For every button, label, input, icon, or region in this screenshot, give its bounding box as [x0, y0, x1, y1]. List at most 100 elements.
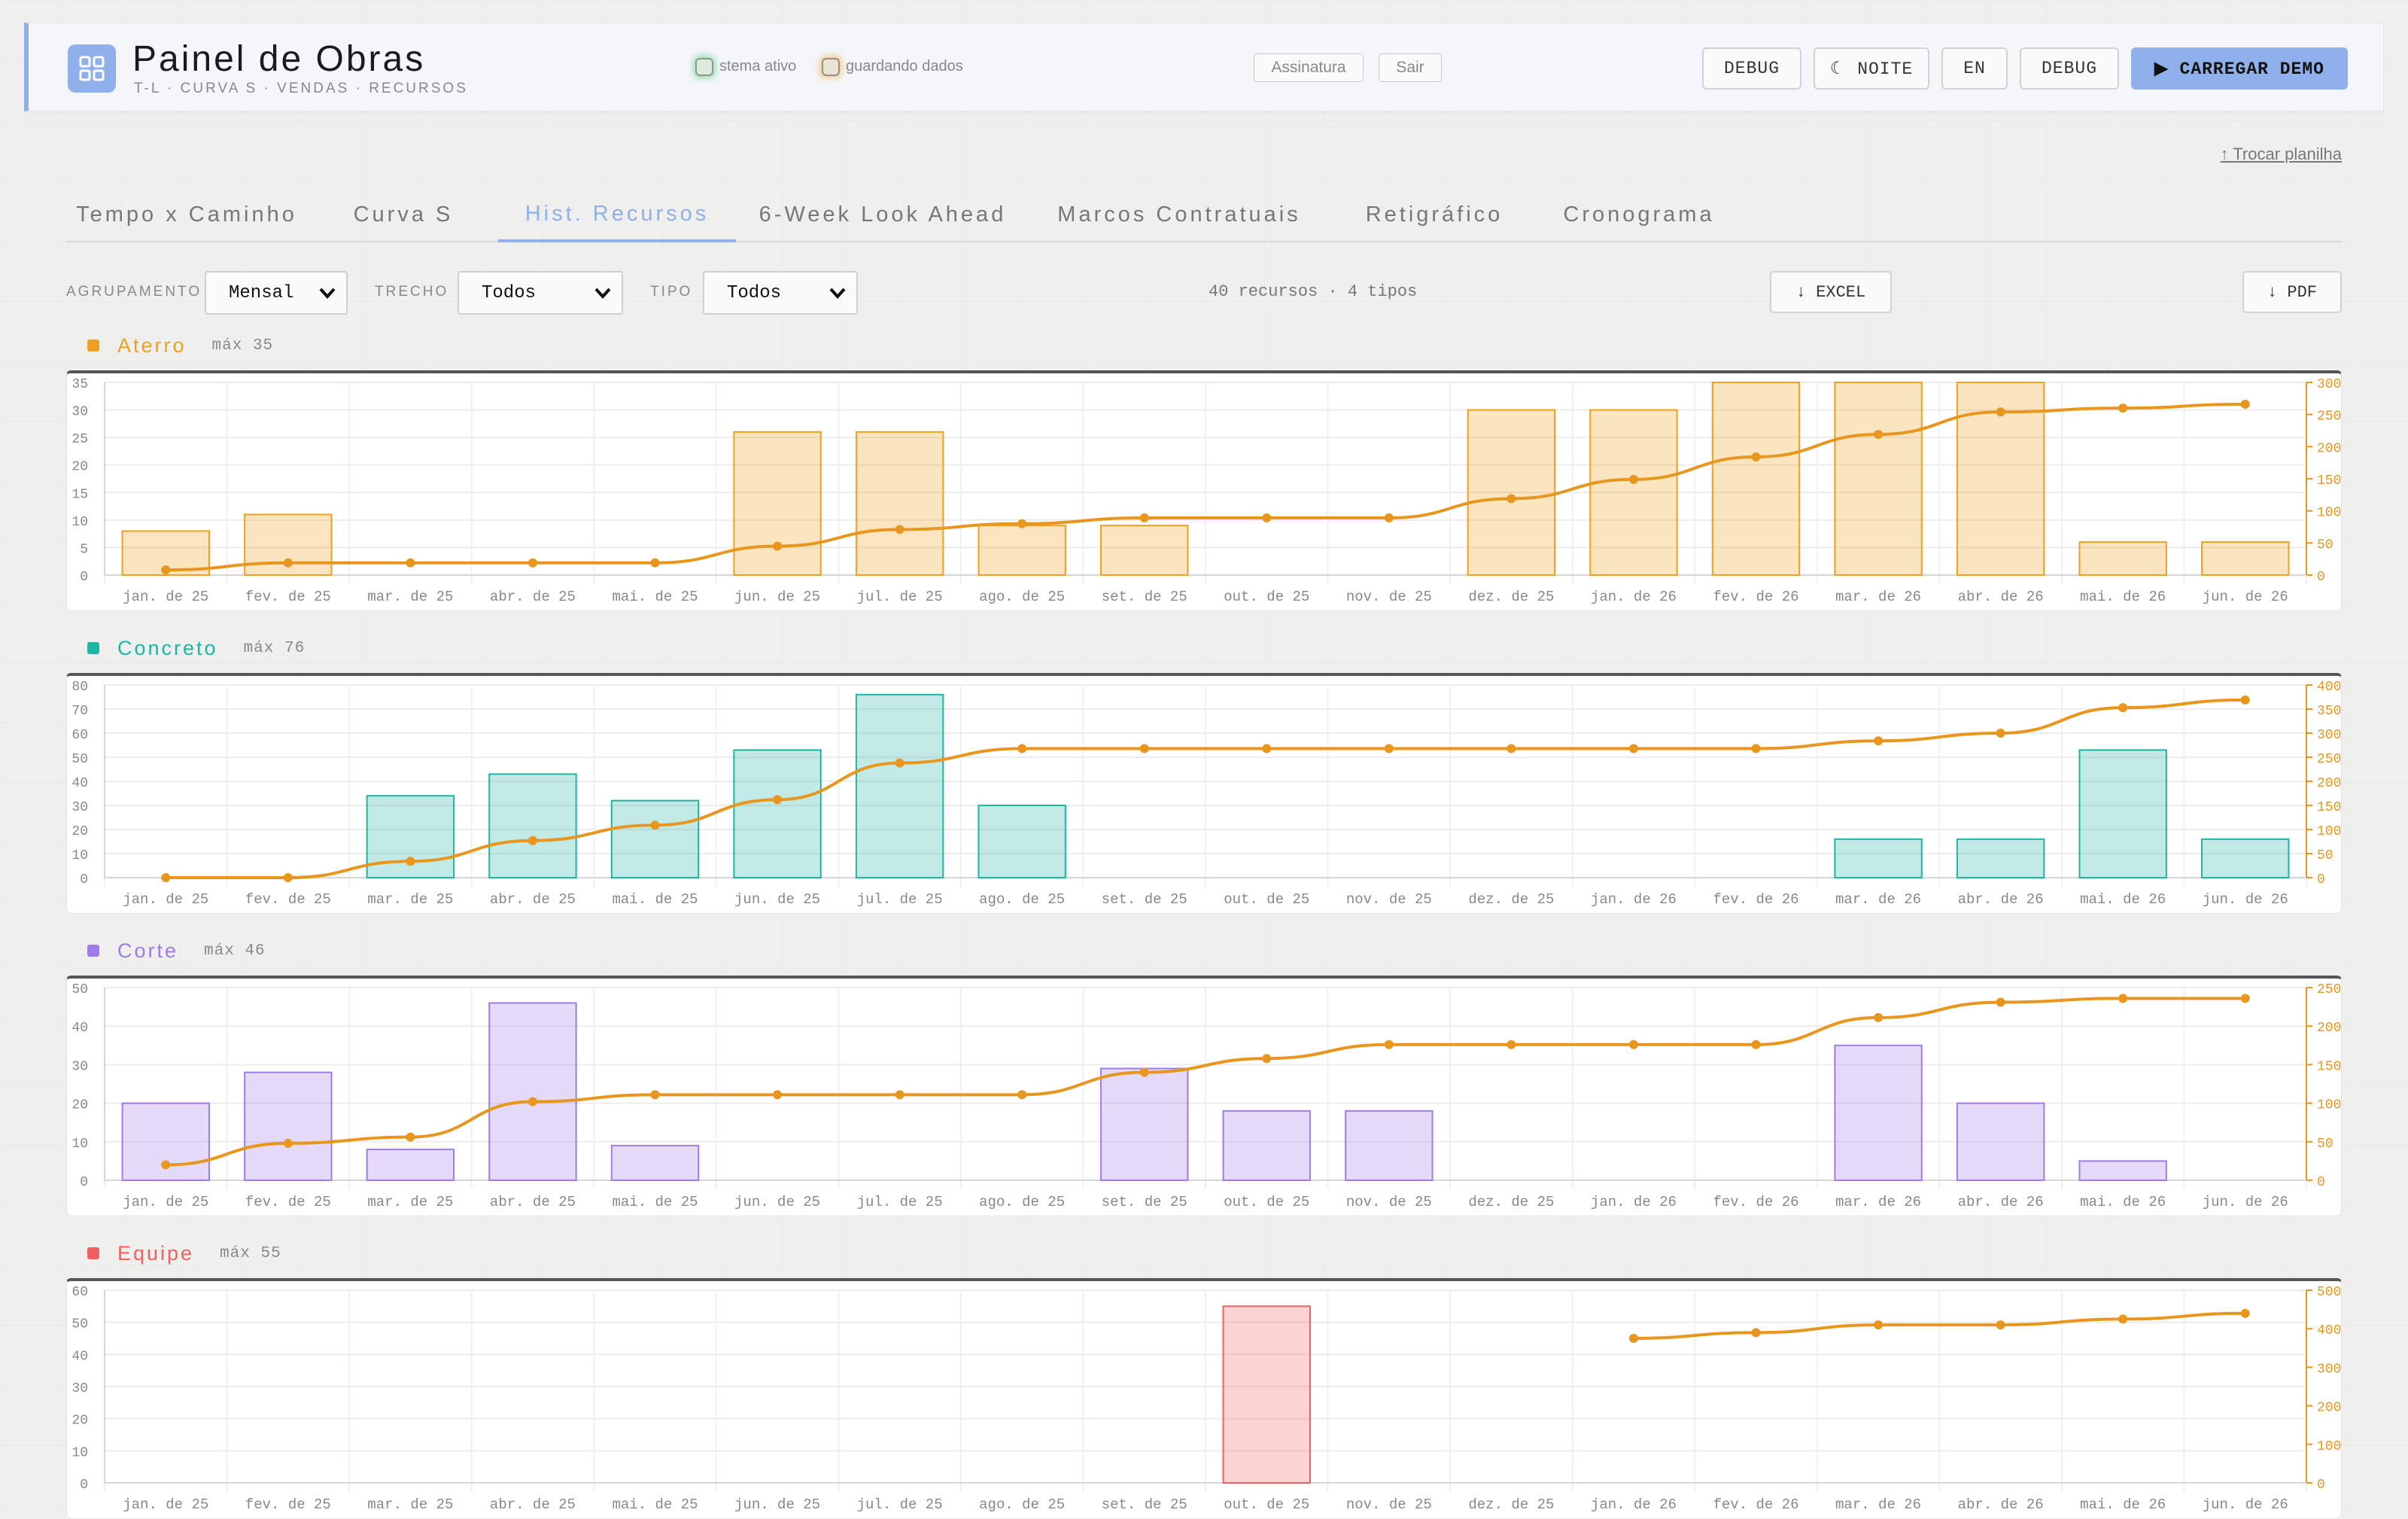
x-tick-label: mar. de 25: [367, 1496, 453, 1513]
bar-abr-de-25: [488, 1002, 577, 1182]
bar-mai-de-26: [2078, 541, 2167, 577]
chart-header-concreto: Concreto máx 76: [87, 635, 305, 662]
x-tick-label: fev. de 25: [245, 589, 331, 605]
y2-tick-label: 200: [2317, 776, 2341, 791]
y-tick-label: 0: [80, 1175, 88, 1190]
bar-mar-de-26: [1834, 1044, 1923, 1181]
y-tick-label: 35: [71, 377, 88, 392]
debug-button[interactable]: DEBUG: [1702, 47, 1801, 90]
y-tick-label: 20: [71, 1414, 88, 1429]
y2-tick-label: 50: [2317, 1137, 2334, 1152]
chart-max-label: máx 76: [243, 639, 306, 657]
cumulative-point: [1017, 519, 1027, 528]
y-tick-label: 50: [71, 1317, 88, 1332]
y2-tick-label: 250: [2317, 752, 2341, 767]
export-pdf-button[interactable]: ↓ PDF: [2242, 271, 2342, 313]
x-tick-label: nov. de 25: [1346, 1496, 1432, 1513]
x-tick-label: fev. de 25: [245, 1496, 331, 1513]
tab-six-week-look-ahead[interactable]: 6-Week Look Ahead: [748, 188, 1017, 241]
x-tick-label: dez. de 25: [1468, 589, 1554, 605]
cumulative-point: [895, 1090, 905, 1100]
grouping-select[interactable]: Mensal: [205, 271, 348, 315]
y-tick-label: 10: [71, 848, 88, 863]
y2-tick-label: 350: [2317, 704, 2341, 719]
cumulative-point: [1751, 1328, 1761, 1338]
tab-marcos-contratuais[interactable]: Marcos Contratuais: [1046, 188, 1312, 241]
chart-title: Aterro: [117, 333, 187, 357]
x-tick-label: mar. de 25: [367, 1194, 453, 1210]
cumulative-point: [1384, 744, 1394, 753]
chart-max-label: máx 55: [220, 1244, 281, 1262]
tab-hist-recursos[interactable]: Hist. Recursos: [498, 188, 736, 242]
y-tick-label: 50: [71, 982, 88, 997]
x-tick-label: jul. de 25: [857, 589, 943, 605]
cumulative-point: [283, 873, 293, 882]
x-tick-label: mar. de 26: [1835, 1194, 1921, 1210]
y2-tick-label: 300: [2317, 377, 2341, 392]
cumulative-point: [161, 873, 171, 882]
cumulative-point: [773, 795, 783, 805]
tipo-select-value: Todos: [727, 282, 782, 303]
tab-curva-s[interactable]: Curva S: [325, 188, 482, 241]
cumulative-point: [283, 1138, 293, 1148]
y-tick-label: 30: [71, 800, 88, 815]
subscription-button[interactable]: Assinatura: [1254, 53, 1364, 82]
load-demo-button[interactable]: ▶ CARREGAR DEMO: [2131, 47, 2348, 90]
legend-swatch: [87, 642, 99, 654]
saving-data-status: guardando dados: [846, 58, 963, 75]
grouping-label: AGRUPAMENTO: [66, 284, 202, 300]
bar-mai-de-25: [610, 1144, 700, 1181]
cumulative-point: [1628, 744, 1638, 753]
cumulative-point: [1996, 729, 2005, 738]
language-button[interactable]: EN: [1941, 47, 2008, 90]
x-tick-label: out. de 25: [1224, 891, 1309, 908]
tab-cronograma[interactable]: Cronograma: [1549, 188, 1729, 241]
cumulative-point: [1017, 744, 1027, 753]
tab-tempo-caminho[interactable]: Tempo x Caminho: [66, 188, 307, 241]
y-tick-label: 10: [71, 1445, 88, 1460]
app-title: Painel de Obras: [132, 39, 426, 79]
x-tick-label: set. de 25: [1102, 589, 1187, 605]
x-tick-label: mar. de 25: [367, 589, 453, 605]
cumulative-point: [650, 558, 660, 568]
legend-swatch: [87, 1247, 99, 1259]
logout-button[interactable]: Sair: [1379, 53, 1442, 82]
export-excel-button[interactable]: ↓ EXCEL: [1770, 271, 1892, 313]
debug-button-secondary[interactable]: DEBUG: [2020, 47, 2119, 90]
cumulative-point: [2240, 695, 2250, 705]
cumulative-point: [1507, 744, 1516, 753]
x-tick-label: mar. de 25: [367, 891, 453, 908]
tipo-select[interactable]: Todos: [703, 271, 858, 315]
cumulative-point: [1262, 1054, 1272, 1064]
x-tick-label: set. de 25: [1102, 891, 1187, 908]
chart-max-label: máx 35: [211, 336, 274, 355]
grouping-select-value: Mensal: [229, 282, 294, 303]
night-mode-button[interactable]: ☾ NOITE: [1814, 47, 1929, 90]
chart-concreto: 0 10 20 30 40 50 60 70 80 0 50 100 150 200 250 300 350 40…: [66, 673, 2342, 914]
cumulative-point: [1996, 407, 2005, 417]
bar-abr-de-25: [488, 773, 577, 878]
swap-spreadsheet-link[interactable]: ↑ Trocar planilha: [2221, 145, 2342, 164]
y-tick-label: 15: [71, 487, 88, 502]
cumulative-point: [1507, 494, 1516, 504]
y-tick-label: 60: [71, 728, 88, 743]
x-tick-label: jun. de 25: [734, 589, 820, 605]
x-tick-label: jan. de 26: [1591, 589, 1677, 605]
x-tick-label: abr. de 26: [1958, 1194, 2044, 1210]
y2-tick-label: 250: [2317, 982, 2341, 997]
system-active-status: stema ativo: [719, 58, 797, 75]
bar-mar-de-26: [1834, 382, 1923, 576]
cumulative-point: [406, 857, 415, 866]
tab-retigrafico[interactable]: Retigráfico: [1347, 188, 1522, 241]
chart-header-equipe: Equipe máx 55: [87, 1240, 281, 1267]
trecho-select[interactable]: Todos: [458, 271, 623, 315]
x-tick-label: mai. de 25: [612, 1496, 698, 1513]
cumulative-point: [1017, 1090, 1027, 1100]
cumulative-point: [528, 836, 537, 845]
y2-tick-label: 0: [2317, 872, 2325, 887]
tipo-label: TIPO: [650, 284, 693, 300]
chart-title: Concreto: [117, 636, 218, 659]
y2-tick-label: 400: [2317, 1323, 2341, 1338]
y-tick-label: 70: [71, 704, 88, 719]
cumulative-point: [528, 1097, 537, 1107]
